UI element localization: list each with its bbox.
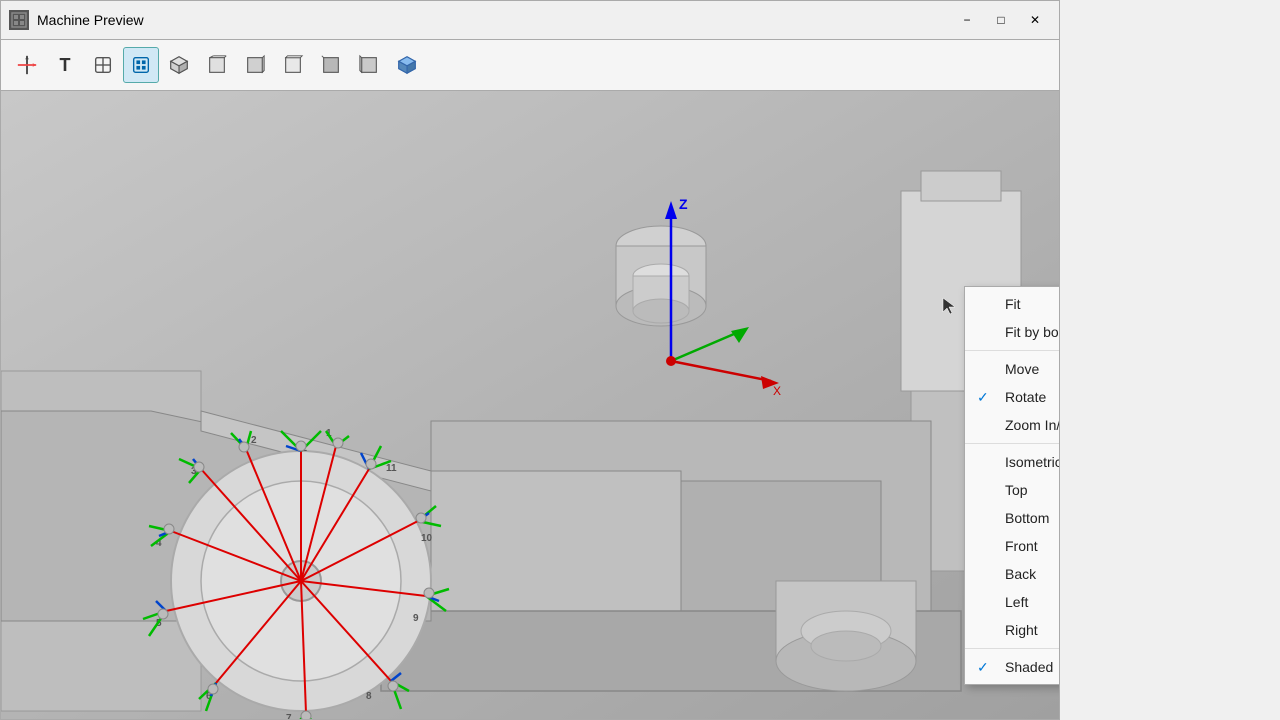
machine-scene: Z X 12 11 10 9 8 7 6 5 4 3 2 1 <box>1 91 1059 719</box>
fit-label: Fit <box>1005 296 1021 312</box>
separator-3 <box>965 648 1060 649</box>
menu-item-left[interactable]: Left <box>965 588 1060 616</box>
menu-item-zoom[interactable]: Zoom In/Out <box>965 411 1060 439</box>
cube-iso-icon <box>168 54 190 76</box>
view-right-btn[interactable] <box>237 47 273 83</box>
toolbar: T <box>0 40 1060 90</box>
menu-item-rotate[interactable]: ✓ Rotate <box>965 383 1060 411</box>
view-top-btn[interactable] <box>275 47 311 83</box>
svg-text:X: X <box>773 384 781 398</box>
text-icon: T <box>60 55 71 76</box>
cube-back-icon <box>320 54 342 76</box>
menu-item-front[interactable]: Front <box>965 532 1060 560</box>
cube-front-icon <box>206 54 228 76</box>
back-label: Back <box>1005 566 1036 582</box>
svg-text:2: 2 <box>251 435 257 446</box>
svg-text:7: 7 <box>286 713 292 719</box>
view-left-btn[interactable] <box>351 47 387 83</box>
tool1-btn[interactable] <box>85 47 121 83</box>
menu-item-bottom[interactable]: Bottom <box>965 504 1060 532</box>
window-icon <box>9 10 29 30</box>
left-label: Left <box>1005 594 1028 610</box>
menu-item-back[interactable]: Back <box>965 560 1060 588</box>
fit-by-box-label: Fit by box <box>1005 324 1060 340</box>
menu-item-right[interactable]: Right <box>965 616 1060 644</box>
view-front-btn[interactable] <box>199 47 235 83</box>
svg-text:10: 10 <box>421 533 433 544</box>
shaded-label: Shaded <box>1005 659 1053 675</box>
right-label: Right <box>1005 622 1038 638</box>
window-title: Machine Preview <box>37 12 951 28</box>
front-label: Front <box>1005 538 1038 554</box>
shaded-check: ✓ <box>977 659 989 676</box>
view-back-btn[interactable] <box>313 47 349 83</box>
menu-item-isometric[interactable]: Isometric <box>965 448 1060 476</box>
cube-left-icon <box>358 54 380 76</box>
tool2-btn[interactable] <box>123 47 159 83</box>
cube-top-icon <box>282 54 304 76</box>
menu-item-fit-by-box[interactable]: Fit by box <box>965 318 1060 346</box>
tool1-icon <box>92 54 114 76</box>
zoom-label: Zoom In/Out <box>1005 417 1060 433</box>
view-3d-btn[interactable] <box>389 47 425 83</box>
window-controls: − □ ✕ <box>951 8 1051 32</box>
move-label: Move <box>1005 361 1039 377</box>
viewport[interactable]: Z X 12 11 10 9 8 7 6 5 4 3 2 1 <box>0 90 1060 720</box>
separator-2 <box>965 443 1060 444</box>
tool2-icon <box>130 54 152 76</box>
svg-text:8: 8 <box>366 691 372 702</box>
separator-1 <box>965 350 1060 351</box>
minimize-button[interactable]: − <box>951 8 983 32</box>
menu-item-move[interactable]: Move <box>965 355 1060 383</box>
svg-text:9: 9 <box>413 613 419 624</box>
menu-item-shaded[interactable]: ✓ Shaded <box>965 653 1060 681</box>
rotate-label: Rotate <box>1005 389 1046 405</box>
isometric-label: Isometric <box>1005 454 1060 470</box>
context-menu: Fit Fit by box Move ✓ Rotate Zoom In/Out… <box>964 286 1060 685</box>
cube-3d-icon <box>396 54 418 76</box>
rotate-check: ✓ <box>977 389 989 406</box>
menu-item-top[interactable]: Top <box>965 476 1060 504</box>
bottom-label: Bottom <box>1005 510 1049 526</box>
menu-item-fit[interactable]: Fit <box>965 290 1060 318</box>
svg-text:11: 11 <box>386 463 397 474</box>
restore-button[interactable]: □ <box>985 8 1017 32</box>
home-icon <box>16 54 38 76</box>
text-btn[interactable]: T <box>47 47 83 83</box>
close-button[interactable]: ✕ <box>1019 8 1051 32</box>
view-iso-btn[interactable] <box>161 47 197 83</box>
cube-right-icon <box>244 54 266 76</box>
top-label: Top <box>1005 482 1028 498</box>
svg-text:Z: Z <box>679 196 688 212</box>
title-bar: Machine Preview − □ ✕ <box>0 0 1060 40</box>
home-btn[interactable] <box>9 47 45 83</box>
